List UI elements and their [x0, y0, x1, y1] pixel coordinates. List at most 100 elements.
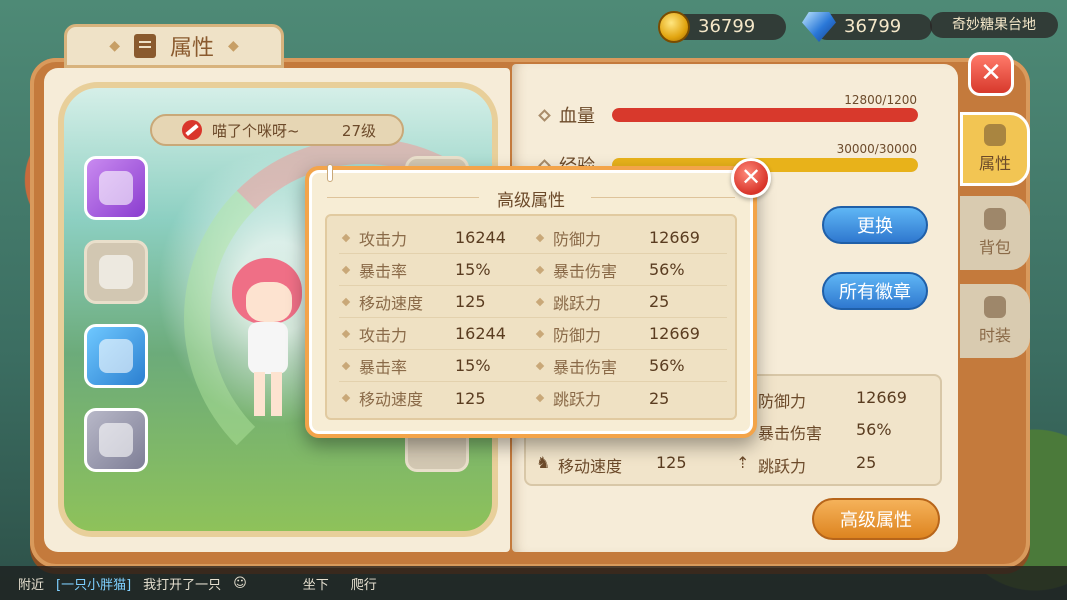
equip-slot-armor[interactable] — [84, 240, 148, 304]
hp-label: 血量 — [559, 106, 595, 127]
ornament-icon: ◆ — [109, 38, 120, 54]
close-panel-button[interactable]: ✕ — [968, 52, 1014, 96]
sword-icon — [99, 423, 133, 457]
attr-key: 暴击率 — [359, 261, 408, 281]
attr-value: 125 — [455, 388, 486, 408]
attr-cell: 移动速度 125 — [339, 386, 533, 410]
equip-slot-coat[interactable] — [84, 156, 148, 220]
close-icon: ✕ — [740, 163, 762, 191]
bullet-icon — [341, 233, 351, 242]
panda-icon — [984, 296, 1006, 318]
change-button[interactable]: 更换 — [822, 206, 928, 244]
sit-button[interactable]: 坐下 — [303, 574, 329, 593]
emoji-icon: ☺ — [233, 575, 247, 591]
bullet-icon — [341, 393, 351, 403]
attr-key: 攻击力 — [359, 229, 408, 249]
attr-cell: 暴击率 15% — [339, 258, 533, 282]
tab-attributes-label: 属性 — [978, 154, 1011, 173]
tab-backpack[interactable]: 背包 — [960, 196, 1030, 270]
bullet-icon — [341, 329, 351, 338]
attr-value: 12669 — [649, 324, 700, 343]
attr-key: 移动速度 — [359, 293, 424, 313]
attr-key: 跳跃力 — [553, 293, 602, 313]
attr-value: 25 — [649, 388, 670, 408]
attr-key: 移动速度 — [359, 390, 424, 409]
equip-slot-weapon[interactable] — [84, 408, 148, 472]
attr-value: 15% — [455, 356, 491, 375]
attr-cell: 移动速度 125 — [339, 290, 533, 314]
table-row: 暴击率 15% 暴击伤害 56% — [339, 350, 727, 382]
crawl-button[interactable]: 爬行 — [351, 574, 377, 593]
bullet-icon — [535, 265, 545, 274]
gold-coin-icon — [658, 11, 690, 43]
attr-cell: 暴击伤害 56% — [533, 354, 727, 378]
stat-key: 移动速度 — [558, 457, 623, 476]
chat-actions: 坐下 爬行 — [303, 574, 377, 593]
bullet-icon — [341, 361, 351, 370]
bullet-icon — [341, 297, 351, 306]
table-row: 攻击力 16244 防御力 12669 — [339, 318, 727, 350]
attr-value: 56% — [649, 260, 685, 279]
chat-bar[interactable]: 附近 [一只小胖猫] 我打开了一只 ☺ 坐下 爬行 — [0, 566, 1067, 600]
attr-cell: 暴击伤害 56% — [533, 258, 727, 282]
character-name-banner: 喵了个咪呀~ 27级 — [150, 114, 404, 146]
pin-icon — [327, 164, 333, 182]
jump-icon: ⇡ — [736, 453, 750, 472]
attr-key: 暴击伤害 — [553, 357, 618, 377]
attr-cell: 防御力 12669 — [533, 226, 727, 250]
attr-cell: 跳跃力 25 — [533, 290, 727, 314]
chat-channel: 附近 — [18, 577, 45, 593]
table-row: 暴击率 15% 暴击伤害 56% — [339, 254, 727, 286]
stat-key: 暴击伤害 — [758, 424, 823, 443]
attr-cell: 跳跃力 25 — [533, 386, 727, 410]
hp-value: 12800/1200 — [844, 93, 917, 107]
attr-value: 56% — [649, 356, 685, 375]
attr-key: 暴击率 — [359, 357, 408, 377]
attr-value: 125 — [455, 292, 486, 311]
chat-sender[interactable]: [一只小胖猫] — [56, 574, 131, 593]
diamond-currency: 36799 — [802, 12, 932, 42]
hp-bar-fill — [612, 108, 918, 122]
hp-row: 血量 — [538, 102, 607, 128]
all-badges-button[interactable]: 所有徽章 — [822, 272, 928, 310]
stat-key: 跳跃力 — [758, 457, 807, 476]
stat-value: 56% — [856, 420, 892, 439]
armor-icon — [99, 255, 133, 289]
attr-value: 16244 — [455, 324, 506, 343]
stat-value: 125 — [656, 453, 687, 472]
bullet-icon — [538, 108, 551, 122]
attr-cell: 防御力 12669 — [533, 322, 727, 346]
bullet-icon — [535, 297, 545, 306]
attr-key: 跳跃力 — [553, 390, 602, 409]
attr-value: 12669 — [649, 228, 700, 247]
scroll-icon — [984, 124, 1006, 146]
scroll-icon — [133, 34, 156, 58]
stat-key: 防御力 — [758, 392, 807, 411]
tab-fashion[interactable]: 时装 — [960, 284, 1030, 358]
attr-value: 25 — [649, 292, 670, 311]
character-legs — [254, 372, 282, 416]
panel-title: 属性 — [169, 36, 214, 61]
hp-bar — [612, 108, 918, 122]
tab-attributes[interactable]: 属性 — [960, 112, 1030, 186]
location-label: 奇妙糖果台地 — [930, 12, 1058, 38]
advanced-stats-button[interactable]: 高级属性 — [812, 498, 940, 540]
chat-message: 我打开了一只 — [143, 577, 222, 593]
attr-key: 防御力 — [553, 325, 602, 345]
ornament-icon: ◆ — [228, 38, 239, 54]
tab-backpack-label: 背包 — [978, 238, 1011, 257]
modal-close-button[interactable]: ✕ — [731, 158, 771, 198]
panel-title-tab: ◆ 属性 ◆ — [64, 24, 284, 68]
equip-slot-ring[interactable] — [84, 324, 148, 388]
gold-currency: 36799 — [658, 11, 786, 43]
bullet-icon — [535, 361, 545, 370]
bullet-icon — [535, 393, 545, 403]
backpack-icon — [984, 208, 1006, 230]
character-avatar[interactable] — [222, 258, 312, 426]
coat-icon — [99, 171, 133, 205]
attr-cell: 暴击率 15% — [339, 354, 533, 378]
tab-fashion-label: 时装 — [978, 326, 1011, 345]
attr-key: 暴击伤害 — [553, 261, 618, 281]
character-name: 喵了个咪呀~ — [212, 121, 300, 140]
bullet-icon — [341, 265, 351, 274]
